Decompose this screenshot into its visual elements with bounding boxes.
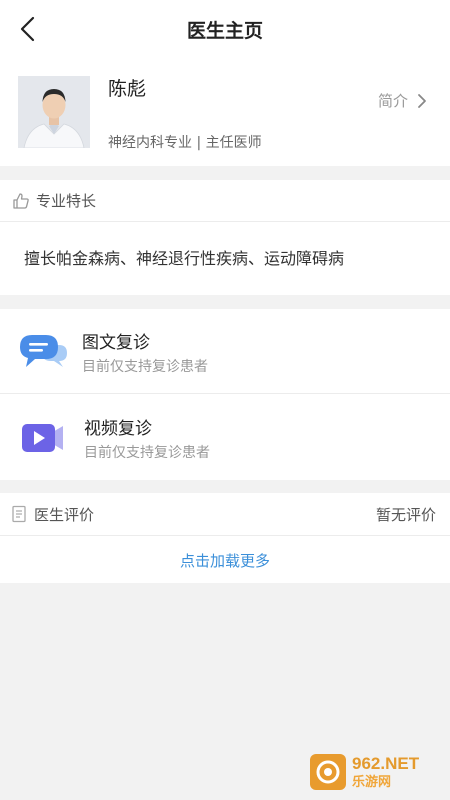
page-title: 医生主页 (186, 19, 263, 42)
service-name: 视频复诊 (84, 419, 152, 439)
chat-bubble-icon (20, 335, 67, 367)
watermark-sub: 乐游网 (352, 775, 392, 790)
watermark-logo: 962.NET 乐游网 (310, 750, 442, 794)
nav-bar: 医生主页 (0, 0, 450, 58)
back-button[interactable] (14, 14, 44, 44)
thumbs-up-icon (13, 192, 29, 209)
specialty-label: 专业特长 (36, 192, 97, 210)
review-label: 医生评价 (34, 505, 95, 524)
review-header: 医生评价 暂无评价 (0, 493, 450, 536)
doctor-card: 陈彪 神经内科专业 | 主任医师 简介 (0, 58, 450, 166)
service-list: 图文复诊 目前仅支持复诊患者 视频复诊 目前仅支持复诊患者 (0, 309, 450, 480)
chevron-left-icon (20, 16, 35, 42)
specialty-header: 专业特长 (0, 180, 450, 222)
service-text-consult[interactable]: 图文复诊 目前仅支持复诊患者 (0, 309, 450, 394)
load-more-button[interactable]: 点击加载更多 (0, 537, 450, 583)
specialty-card: 专业特长 擅长帕金森病、神经退行性疾病、运动障碍病 (0, 180, 450, 295)
avatar (18, 76, 90, 148)
doctor-name: 陈彪 (108, 78, 147, 100)
specialty-text: 擅长帕金森病、神经退行性疾病、运动障碍病 (24, 249, 345, 268)
service-desc: 目前仅支持复诊患者 (84, 445, 210, 461)
intro-link[interactable]: 简介 (378, 90, 428, 111)
video-camera-icon (22, 424, 63, 452)
chevron-right-icon (418, 93, 426, 108)
document-icon (12, 505, 26, 523)
watermark-brand: 962.NET (352, 754, 420, 773)
service-name: 图文复诊 (82, 333, 150, 353)
service-video-consult[interactable]: 视频复诊 目前仅支持复诊患者 (0, 395, 450, 480)
doctor-title: 神经内科专业 | 主任医师 (108, 135, 262, 151)
intro-label: 简介 (377, 92, 408, 110)
review-card: 医生评价 暂无评价 点击加载更多 (0, 493, 450, 583)
service-desc: 目前仅支持复诊患者 (82, 359, 208, 375)
watermark-icon (310, 754, 346, 790)
review-status: 暂无评价 (375, 505, 436, 524)
